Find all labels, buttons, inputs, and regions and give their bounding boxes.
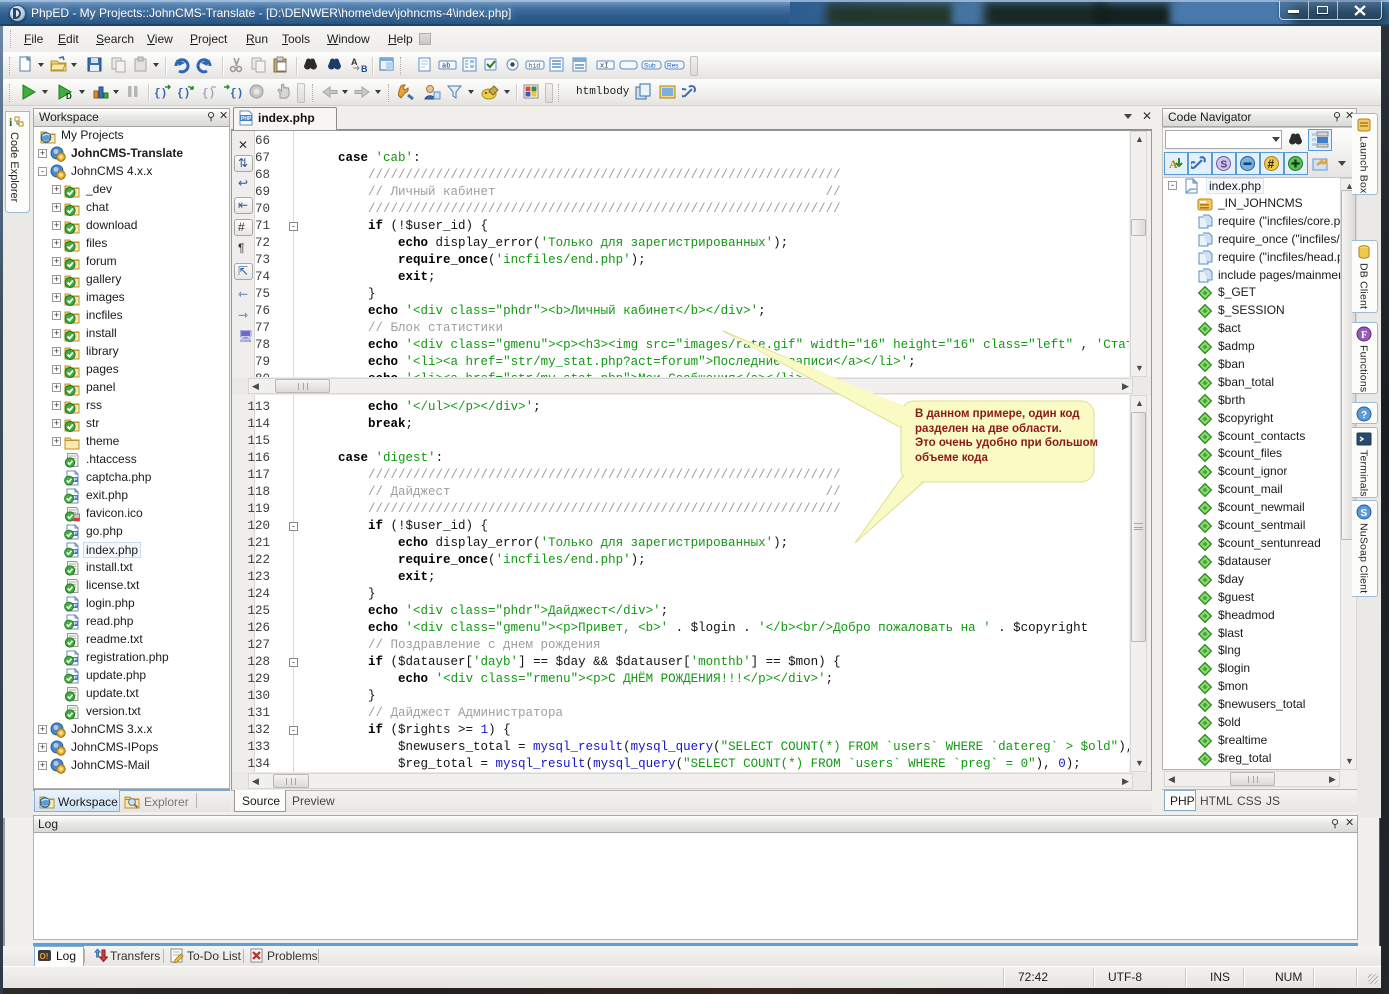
svg-text:A: A xyxy=(351,57,358,67)
svg-text:Sub: Sub xyxy=(644,63,656,70)
svg-text:Res: Res xyxy=(667,63,679,70)
svg-text:{): {) xyxy=(177,88,190,100)
svg-text:?: ? xyxy=(1361,410,1367,421)
svg-text:ab: ab xyxy=(442,63,450,71)
svg-text:PHP: PHP xyxy=(241,116,252,122)
svg-text:B: B xyxy=(361,64,368,74)
svg-text:{): {) xyxy=(154,88,167,100)
svg-text:{): {) xyxy=(202,88,215,100)
svg-text:#: # xyxy=(1268,157,1275,171)
svg-text:{): {) xyxy=(230,88,242,100)
svg-text:D: D xyxy=(66,92,72,101)
svg-text:O!: O! xyxy=(40,952,49,961)
svg-text:xI: xI xyxy=(600,63,608,71)
svg-text:S: S xyxy=(1221,160,1228,171)
svg-text:i: i xyxy=(9,115,13,129)
svg-text:S: S xyxy=(1361,508,1368,519)
svg-text:F: F xyxy=(1361,330,1367,341)
svg-text:hid: hid xyxy=(529,63,541,70)
